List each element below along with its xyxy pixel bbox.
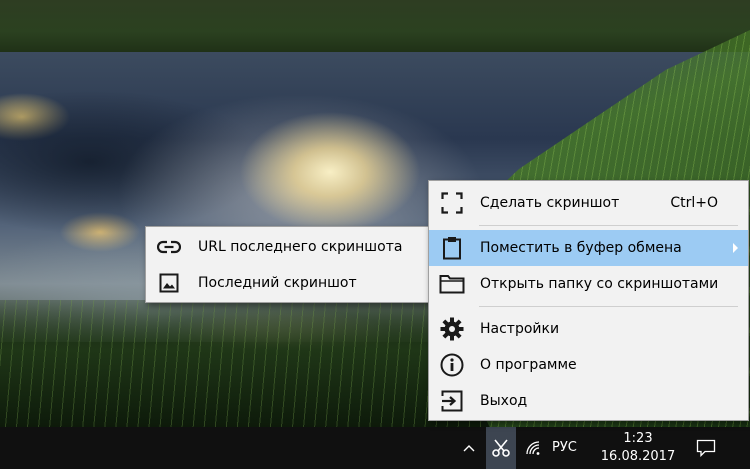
menu-item-about[interactable]: О программе <box>429 347 748 383</box>
tray-context-menu: Сделать скриншот Ctrl+O Поместить в буфе… <box>428 180 749 421</box>
submenu-item-label: URL последнего скриншота <box>198 239 403 255</box>
menu-item-take-screenshot[interactable]: Сделать скриншот Ctrl+O <box>429 185 748 221</box>
link-icon <box>154 232 184 262</box>
show-hidden-icons-chevron-up-icon[interactable] <box>460 438 478 458</box>
menu-item-label: Открыть папку со скриншотами <box>480 276 719 292</box>
menu-item-label: Поместить в буфер обмена <box>480 240 682 256</box>
clock-time: 1:23 <box>623 431 653 446</box>
image-icon <box>154 268 184 298</box>
clock-date: 16.08.2017 <box>600 449 676 464</box>
menu-item-settings[interactable]: Настройки <box>429 311 748 347</box>
menu-item-label: Выход <box>480 393 528 409</box>
submenu-arrow-right-icon <box>733 243 738 253</box>
menu-item-shortcut: Ctrl+O <box>670 195 718 211</box>
menu-item-label: О программе <box>480 357 577 373</box>
exit-icon <box>437 386 467 416</box>
folder-icon <box>437 269 467 299</box>
wifi-network-icon[interactable] <box>524 438 544 458</box>
menu-item-copy-to-clipboard[interactable]: Поместить в буфер обмена <box>429 230 748 266</box>
screenshot-tool-tray-scissors-icon[interactable] <box>486 427 516 469</box>
clipboard-submenu: URL последнего скриншота Последний скрин… <box>145 226 431 303</box>
gear-icon <box>437 314 467 344</box>
menu-item-open-screenshots-folder[interactable]: Открыть папку со скриншотами <box>429 266 748 302</box>
info-icon <box>437 350 467 380</box>
input-language-indicator[interactable]: РУС <box>552 427 577 469</box>
submenu-item-last-screenshot[interactable]: Последний скриншот <box>146 265 430 301</box>
submenu-item-last-screenshot-url[interactable]: URL последнего скриншота <box>146 229 430 265</box>
menu-separator <box>479 225 738 226</box>
screenshot-frame-icon <box>437 188 467 218</box>
menu-item-label: Настройки <box>480 321 560 337</box>
menu-item-label: Сделать скриншот <box>480 195 620 211</box>
action-center-notification-icon[interactable] <box>694 437 718 459</box>
menu-separator <box>479 306 738 307</box>
clipboard-icon <box>437 233 467 263</box>
taskbar-clock[interactable]: 1:23 16.08.2017 <box>598 430 678 466</box>
submenu-item-label: Последний скриншот <box>198 275 357 291</box>
taskbar: РУС 1:23 16.08.2017 <box>0 427 750 469</box>
menu-item-exit[interactable]: Выход <box>429 383 748 419</box>
